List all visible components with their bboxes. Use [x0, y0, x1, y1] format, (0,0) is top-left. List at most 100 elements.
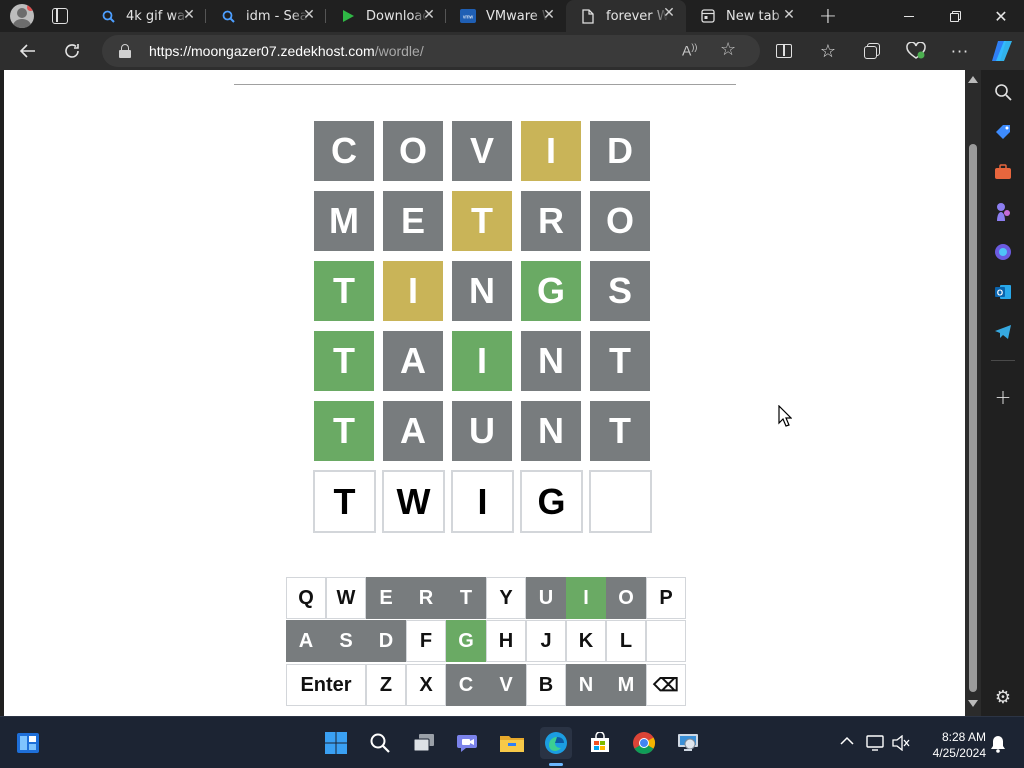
teams-chat-icon[interactable] — [452, 727, 484, 759]
tools-briefcase-icon[interactable] — [990, 159, 1016, 185]
microsoft-store-icon[interactable] — [584, 727, 616, 759]
tab-close-icon[interactable]: ✕ — [182, 7, 196, 23]
task-view-icon[interactable] — [408, 727, 440, 759]
browser-tab[interactable]: vmw VMware Workstation✕ — [446, 2, 566, 30]
shopping-tag-icon[interactable] — [990, 119, 1016, 145]
key-k[interactable]: K — [566, 620, 606, 662]
key-h[interactable]: H — [486, 620, 526, 662]
browser-tab[interactable]: idm - Search✕ — [206, 2, 326, 30]
key-i[interactable]: I — [566, 577, 606, 619]
board-tile: A — [383, 401, 443, 461]
tab-close-icon[interactable]: ✕ — [422, 7, 436, 23]
key-t[interactable]: T — [446, 577, 486, 619]
system-clock[interactable]: 8:28 AM 4/25/2024 — [912, 729, 986, 761]
enter-key[interactable]: Enter — [286, 664, 366, 706]
browser-tab[interactable]: New tab ✕ — [686, 2, 806, 30]
send-telegram-icon[interactable] — [990, 319, 1016, 345]
widgets-icon[interactable] — [12, 727, 44, 759]
scrollbar-thumb[interactable] — [969, 144, 977, 692]
profile-avatar[interactable] — [10, 4, 34, 28]
tab-close-icon[interactable]: ✕ — [542, 7, 556, 23]
key-e[interactable]: E — [366, 577, 406, 619]
key-c[interactable]: C — [446, 664, 486, 706]
split-screen-icon[interactable] — [770, 37, 798, 65]
settings-more-icon[interactable]: ··· — [946, 37, 974, 65]
outlook-icon[interactable]: O — [990, 279, 1016, 305]
network-display-icon[interactable] — [866, 735, 886, 753]
close-window-button[interactable]: ✕ — [978, 0, 1024, 32]
taskbar-search-icon[interactable] — [364, 727, 396, 759]
key-u[interactable]: U — [526, 577, 566, 619]
tab-close-icon[interactable]: ✕ — [662, 5, 676, 21]
clock-date: 4/25/2024 — [932, 746, 986, 760]
tab-strip: 4k gif wallpapers✕idm - Search✕Download✕… — [0, 0, 1024, 32]
key-f[interactable]: F — [406, 620, 446, 662]
minimize-button[interactable] — [886, 0, 932, 32]
key-a[interactable]: A — [286, 620, 326, 662]
browser-tab[interactable]: 4k gif wallpapers✕ — [86, 2, 206, 30]
collections-icon[interactable] — [858, 37, 886, 65]
key-g[interactable]: G — [446, 620, 486, 662]
key-blank[interactable] — [646, 620, 686, 662]
url-text[interactable]: https://moongazer07.zedekhost.com/wordle… — [149, 43, 424, 59]
key-s[interactable]: S — [326, 620, 366, 662]
browser-tab[interactable]: Download ✕ — [326, 2, 446, 30]
url-field[interactable]: https://moongazer07.zedekhost.com/wordle… — [102, 35, 760, 67]
file-explorer-icon[interactable] — [496, 727, 528, 759]
board-tile: E — [383, 191, 443, 251]
board-tile: T — [313, 470, 376, 533]
key-r[interactable]: R — [406, 577, 446, 619]
key-l[interactable]: L — [606, 620, 646, 662]
scroll-up-arrow[interactable] — [968, 76, 978, 83]
key-y[interactable]: Y — [486, 577, 526, 619]
tab-actions-icon[interactable] — [52, 8, 68, 24]
back-button[interactable] — [14, 37, 42, 65]
board-tile: W — [382, 470, 445, 533]
sidebar-settings-gear-icon[interactable]: ⚙ — [990, 684, 1016, 710]
browser-tab[interactable]: forever Wordle✕ — [566, 0, 686, 32]
key-m[interactable]: M — [606, 664, 646, 706]
tab-close-icon[interactable]: ✕ — [302, 7, 316, 23]
favorites-icon[interactable]: ☆ — [814, 37, 842, 65]
board-tile: I — [452, 331, 512, 391]
edge-browser-icon[interactable] — [540, 727, 572, 766]
key-q[interactable]: Q — [286, 577, 326, 619]
key-o[interactable]: O — [606, 577, 646, 619]
copilot-app-icon[interactable] — [990, 239, 1016, 265]
volume-muted-icon[interactable] — [892, 734, 912, 753]
key-b[interactable]: B — [526, 664, 566, 706]
favorite-star-icon[interactable]: ☆ — [720, 39, 736, 60]
read-aloud-icon[interactable]: A)) — [682, 42, 697, 59]
search-icon[interactable] — [990, 79, 1016, 105]
clock-time: 8:28 AM — [941, 730, 986, 744]
key-d[interactable]: D — [366, 620, 406, 662]
show-hidden-icons-chevron-icon[interactable] — [840, 731, 858, 749]
scroll-down-arrow[interactable] — [968, 700, 978, 707]
windows-start-icon[interactable] — [320, 727, 352, 759]
tab-label: forever Wordle — [606, 8, 668, 24]
lock-icon[interactable] — [119, 44, 131, 58]
key-x[interactable]: X — [406, 664, 446, 706]
add-sidebar-app-icon[interactable]: + — [990, 384, 1016, 410]
remote-desktop-icon[interactable] — [672, 727, 704, 759]
search-icon — [100, 8, 116, 24]
backspace-key[interactable]: ⌫ — [646, 664, 686, 706]
key-z[interactable]: Z — [366, 664, 406, 706]
refresh-button[interactable] — [58, 37, 86, 65]
new-tab-button[interactable]: + — [816, 4, 840, 29]
browser-essentials-icon[interactable] — [902, 37, 930, 65]
vertical-scrollbar[interactable] — [965, 70, 981, 716]
key-j[interactable]: J — [526, 620, 566, 662]
key-n[interactable]: N — [566, 664, 606, 706]
tab-label: 4k gif wallpapers — [126, 8, 188, 24]
key-p[interactable]: P — [646, 577, 686, 619]
copilot-icon[interactable] — [988, 37, 1016, 65]
restore-button[interactable] — [932, 0, 978, 32]
games-chess-icon[interactable] — [990, 199, 1016, 225]
notifications-icon[interactable] — [990, 735, 1006, 753]
chrome-icon[interactable] — [628, 727, 660, 759]
key-w[interactable]: W — [326, 577, 366, 619]
tab-close-icon[interactable]: ✕ — [782, 7, 796, 23]
tab-label: Download — [366, 8, 428, 24]
key-v[interactable]: V — [486, 664, 526, 706]
